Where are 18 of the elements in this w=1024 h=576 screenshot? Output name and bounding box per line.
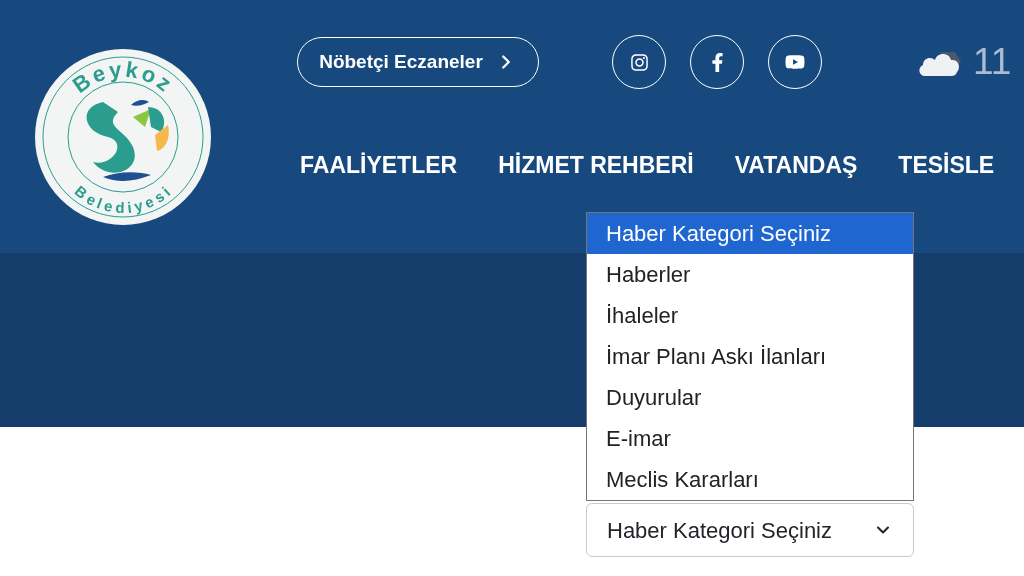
- pharmacy-button[interactable]: Nöbetçi Eczaneler: [297, 37, 539, 87]
- nav-link[interactable]: VATANDAŞ: [734, 148, 858, 183]
- dropdown-option[interactable]: Meclis Kararları: [587, 459, 913, 500]
- instagram-icon: [629, 52, 649, 72]
- nav-link[interactable]: FAALİYETLER: [300, 148, 458, 183]
- category-select[interactable]: Haber Kategori Seçiniz: [586, 503, 914, 557]
- dropdown-option[interactable]: Duyurular: [587, 377, 913, 418]
- dropdown-option[interactable]: İmar Planı Askı İlanları: [587, 336, 913, 377]
- temperature: 11: [973, 40, 1012, 85]
- youtube-icon: [785, 52, 805, 72]
- dropdown-option[interactable]: Haber Kategori Seçiniz: [587, 213, 913, 254]
- dropdown-option[interactable]: İhaleler: [587, 295, 913, 336]
- dropdown-option[interactable]: Haberler: [587, 254, 913, 295]
- dropdown-option[interactable]: E-imar: [587, 418, 913, 459]
- logo-emblem-drawing[interactable]: [35, 49, 211, 225]
- logo-text: Beykoz: [67, 56, 179, 99]
- nav-link[interactable]: HİZMET REHBERİ: [498, 148, 694, 183]
- nav-link[interactable]: TESİSLE: [898, 148, 995, 183]
